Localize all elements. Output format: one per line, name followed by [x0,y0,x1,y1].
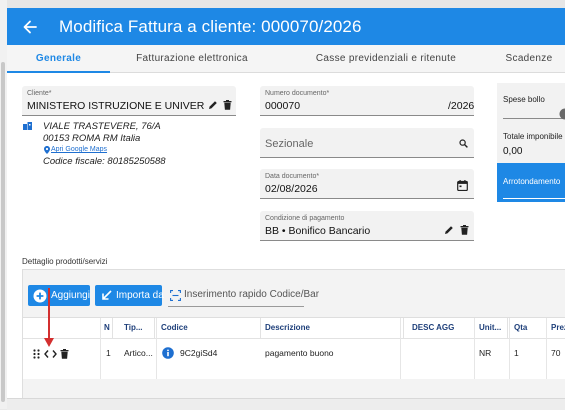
top-strip [7,0,565,8]
header-divider [23,338,565,339]
customer-value: MINISTERO ISTRUZIONE E UNIVERSITA' E RI [27,100,205,112]
taxable-label: Totale imponibile [503,132,563,141]
customer-field[interactable]: Cliente* MINISTERO ISTRUZIONE E UNIVERSI… [22,86,236,116]
products-grid: Aggiungi Importa da Inserimento rapido C… [22,269,565,410]
taxable-value: 0,00 [503,146,522,157]
drag-handle-icon[interactable] [32,348,40,359]
tab-scadenze[interactable]: Scadenze [497,45,561,72]
trash-icon[interactable] [59,348,69,359]
rounding-label: Arrotondamento [503,177,560,186]
row-qta: 1 [510,345,546,361]
pencil-icon[interactable] [443,224,455,236]
page-header: Modifica Fattura a cliente: 000070/2026 [7,8,565,45]
products-section-title: Dettaglio prodotti/servizi [22,257,107,266]
trash-icon[interactable] [221,99,233,111]
quick-insert-placeholder: Inserimento rapido Codice/Bar [184,289,319,300]
trash-icon[interactable] [458,224,470,236]
column-divider [156,318,157,379]
document-number-suffix: /2026 [448,100,474,112]
scrollbar-thumb[interactable] [1,62,5,402]
document-number-label: Numero documento* [265,90,329,97]
footer-bar [7,398,565,410]
sectional-field[interactable]: Sezionale [260,128,474,158]
address-line-2: 00153 ROMA RM Italia [43,133,140,144]
code-brackets-icon[interactable] [43,348,57,359]
import-button-label: Importa da [116,290,164,301]
google-maps-link[interactable]: Apri Google Maps [51,146,107,153]
building-icon [22,121,32,131]
import-button[interactable]: Importa da [95,285,162,306]
row-unita: NR [475,345,509,361]
column-header-codice[interactable]: Codice [157,318,261,338]
document-number-field[interactable]: Numero documento* 000070 /2026 [260,86,474,116]
document-number-value: 000070 [265,100,300,112]
row-number: 1 [102,345,120,361]
column-header-n[interactable]: N [101,318,113,338]
plus-circle-icon [33,289,47,303]
row-desc-agg [404,345,474,361]
row-tipo: Artico... [120,345,156,361]
arrow-left-icon[interactable] [21,18,39,36]
main-content: Cliente* MINISTERO ISTRUZIONE E UNIVERSI… [7,73,565,409]
customer-label: Cliente* [27,90,52,97]
tab-casse-previdenziali[interactable]: Casse previdenziali e ritenute [297,45,475,72]
stamp-label: Spese bollo [503,95,545,104]
address-line-1: VIALE TRASTEVERE, 76/A [43,121,161,132]
column-header-descrizione[interactable]: Descrizione [261,318,404,338]
fiscal-code: Codice fiscale: 80185250588 [43,156,166,167]
import-arrow-icon [101,290,112,302]
pencil-icon[interactable] [207,99,219,111]
rounding-underline [503,198,565,199]
tab-generale[interactable]: Generale [7,45,110,72]
calendar-icon[interactable] [456,179,468,191]
payment-condition-value: BB • Bonifico Bancario [265,225,370,237]
search-icon[interactable] [457,137,469,149]
summary-panel: Spese bollo Totale imponibile 0,00 Arrot… [497,83,565,202]
add-button-label: Aggiungi [51,290,90,301]
map-pin-icon [43,145,51,154]
column-header-tipo[interactable]: Tip... [120,318,155,338]
column-divider [100,318,101,379]
app-window: Modifica Fattura a cliente: 000070/2026 … [0,0,565,409]
tab-fatturazione-elettronica[interactable]: Fatturazione elettronica [117,45,267,72]
column-header-prezzo[interactable]: Prez [547,318,565,338]
column-header-unita[interactable]: Unit... [475,318,508,338]
barcode-scan-icon [169,289,181,301]
products-table: N Tip... Codice Descrizione DESC AGG Uni… [23,317,565,379]
circle-button-icon[interactable] [559,108,565,120]
tab-bar: Generale Fatturazione elettronica Casse … [7,45,565,73]
page-title: Modifica Fattura a cliente: 000070/2026 [59,17,362,37]
document-date-field[interactable]: Data documento* 02/08/2026 [260,169,474,199]
quick-insert-field[interactable]: Inserimento rapido Codice/Bar [168,284,304,307]
add-button[interactable]: Aggiungi [28,285,90,306]
document-date-label: Data documento* [265,173,319,180]
row-prezzo: 70 [547,345,565,361]
rounding-field[interactable]: Arrotondamento [497,163,565,202]
sectional-placeholder: Sezionale [265,138,313,150]
info-icon[interactable] [162,347,174,359]
row-codice: 9C2giSd4 [176,345,256,361]
column-header-desc-agg[interactable]: DESC AGG [404,318,475,338]
row-descrizione: pagamento buono [261,345,401,361]
payment-condition-label: Condizione di pagamento [265,215,344,222]
stamp-underline [503,118,565,119]
payment-condition-field[interactable]: Condizione di pagamento BB • Bonifico Ba… [260,211,474,241]
document-date-value: 02/08/2026 [265,183,318,195]
column-header-qta[interactable]: Qta [510,318,547,338]
